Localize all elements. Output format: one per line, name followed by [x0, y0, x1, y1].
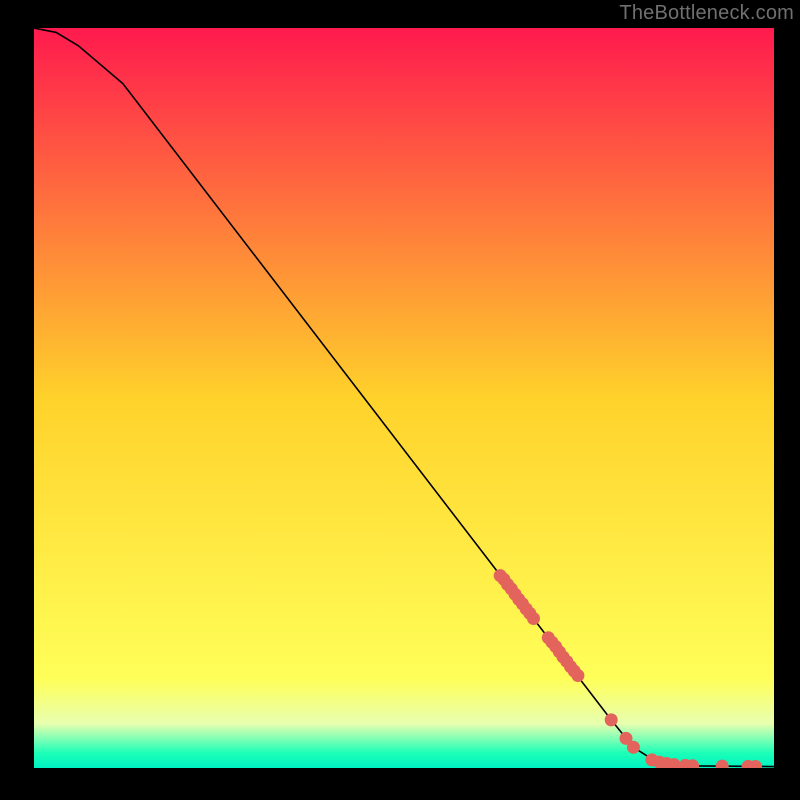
highlight-point [571, 669, 584, 682]
bottleneck-curve-plot [34, 28, 774, 768]
highlight-point [527, 612, 540, 625]
attribution-label: TheBottleneck.com [619, 2, 794, 25]
highlight-point [627, 741, 640, 754]
chart-frame: TheBottleneck.com [0, 0, 800, 800]
plot-background [34, 28, 774, 768]
highlight-point [605, 713, 618, 726]
